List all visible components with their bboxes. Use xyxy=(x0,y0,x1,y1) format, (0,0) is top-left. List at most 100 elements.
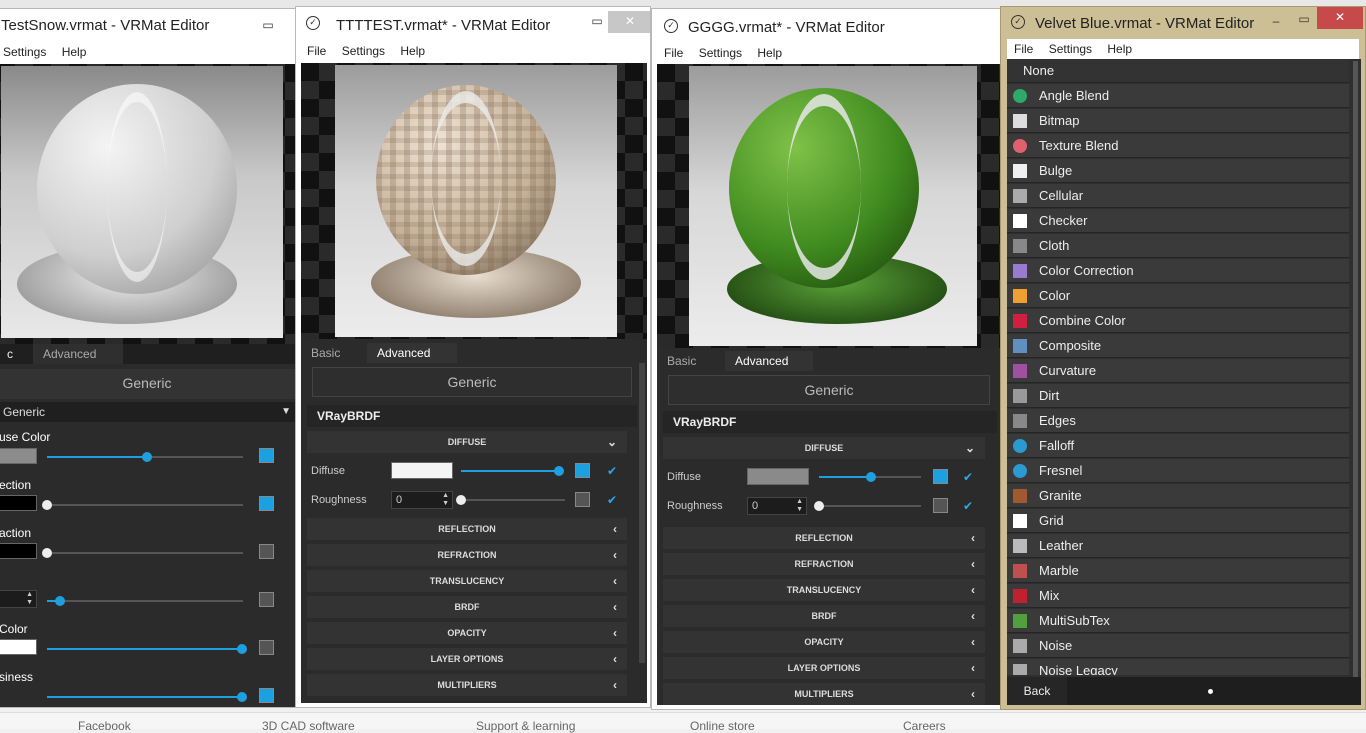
color-swatch[interactable] xyxy=(0,448,37,464)
section-diffuse[interactable]: DIFFUSE ⌄ xyxy=(307,431,627,453)
texture-item[interactable]: Combine Color xyxy=(1007,309,1349,333)
tab-basic[interactable]: Basic xyxy=(301,343,365,363)
diffuse-color-swatch[interactable] xyxy=(391,462,453,479)
close-button[interactable]: ✕ xyxy=(1317,7,1363,29)
menu-settings[interactable]: Settings xyxy=(1049,39,1092,59)
texture-item[interactable]: Noise xyxy=(1007,634,1349,658)
texture-item[interactable]: Color xyxy=(1007,284,1349,308)
roughness-spinner[interactable]: 0 ▲ ▼ xyxy=(391,491,453,509)
texture-map-button[interactable] xyxy=(259,640,274,655)
scrollbar[interactable] xyxy=(639,363,645,663)
texture-item[interactable]: Granite xyxy=(1007,484,1349,508)
texture-map-button[interactable] xyxy=(259,496,274,511)
texture-map-button[interactable] xyxy=(259,688,274,703)
title-bar[interactable]: ✓ Velvet Blue.vrmat - VRMat Editor – ▭ ✕ xyxy=(1001,7,1365,35)
section-reflection[interactable]: REFLECTION ‹ xyxy=(663,527,985,549)
menu-file[interactable]: File xyxy=(1014,39,1033,59)
slider-knob[interactable] xyxy=(554,466,564,476)
taskbar-item-careers[interactable]: Careers xyxy=(903,719,946,733)
diffuse-slider[interactable] xyxy=(461,466,564,476)
diffuse-slider[interactable] xyxy=(819,472,921,482)
menu-file[interactable]: File xyxy=(664,43,683,63)
menu-help[interactable]: Help xyxy=(400,41,425,61)
section-refraction[interactable]: REFRACTION ‹ xyxy=(307,544,627,566)
texture-item[interactable]: Checker xyxy=(1007,209,1349,233)
section-refraction[interactable]: REFRACTION ‹ xyxy=(663,553,985,575)
enable-checkbox[interactable]: ✔ xyxy=(607,465,619,477)
section-multipliers[interactable]: MULTIPLIERS ‹ xyxy=(663,683,985,705)
scrollbar-thumb[interactable] xyxy=(1353,61,1358,681)
color-swatch[interactable] xyxy=(0,639,37,655)
menu-help[interactable]: Help xyxy=(1107,39,1132,59)
color-swatch[interactable] xyxy=(0,543,37,559)
number-spinner[interactable]: ▲ ▼ xyxy=(0,590,37,608)
menu-settings[interactable]: Settings xyxy=(3,42,46,62)
texture-item[interactable]: Cellular xyxy=(1007,184,1349,208)
value-slider[interactable] xyxy=(47,596,243,606)
section-opacity[interactable]: OPACITY ‹ xyxy=(307,622,627,644)
slider-knob[interactable] xyxy=(42,548,52,558)
roughness-slider[interactable] xyxy=(456,495,565,505)
maximize-button[interactable]: ▭ xyxy=(1289,9,1319,31)
texture-item[interactable]: Grid xyxy=(1007,509,1349,533)
texture-item[interactable]: Noise Legacy xyxy=(1007,659,1349,675)
texture-item[interactable]: Edges xyxy=(1007,409,1349,433)
tab-advanced[interactable]: Advanced xyxy=(725,351,813,371)
texture-item[interactable]: Cloth xyxy=(1007,234,1349,258)
value-slider[interactable] xyxy=(47,644,247,654)
texture-item[interactable]: Falloff xyxy=(1007,434,1349,458)
menu-settings[interactable]: Settings xyxy=(699,43,742,63)
title-bar[interactable]: TestSnow.vrmat - VRMat Editor ▭ xyxy=(0,9,295,39)
texture-item[interactable]: Leather xyxy=(1007,534,1349,558)
texture-map-button[interactable] xyxy=(933,469,948,484)
menu-help[interactable]: Help xyxy=(62,42,87,62)
enable-checkbox[interactable]: ✔ xyxy=(963,500,975,512)
menu-file[interactable]: File xyxy=(307,41,326,61)
texture-map-button[interactable] xyxy=(933,498,948,513)
tab-advanced[interactable]: Advanced xyxy=(33,344,123,364)
slider-knob[interactable] xyxy=(142,452,152,462)
section-opacity[interactable]: OPACITY ‹ xyxy=(663,631,985,653)
tab-advanced[interactable]: Advanced xyxy=(367,343,457,363)
texture-item[interactable]: Bulge xyxy=(1007,159,1349,183)
texture-item[interactable]: Mix xyxy=(1007,584,1349,608)
texture-map-button[interactable] xyxy=(575,492,590,507)
texture-item[interactable]: Angle Blend xyxy=(1007,84,1349,108)
close-button[interactable]: ✕ xyxy=(608,11,650,33)
section-translucency[interactable]: TRANSLUCENCY ‹ xyxy=(307,570,627,592)
texture-item[interactable]: Composite xyxy=(1007,334,1349,358)
taskbar-item-store[interactable]: Online store xyxy=(690,719,755,733)
texture-item[interactable]: Dirt xyxy=(1007,384,1349,408)
section-reflection[interactable]: REFLECTION ‹ xyxy=(307,518,627,540)
slider-knob[interactable] xyxy=(237,692,247,702)
section-brdf[interactable]: BRDF ‹ xyxy=(663,605,985,627)
tab-basic[interactable]: Basic xyxy=(657,351,723,371)
back-button[interactable]: Back xyxy=(1007,677,1067,705)
texture-item[interactable]: Curvature xyxy=(1007,359,1349,383)
diffuse-color-swatch[interactable] xyxy=(747,468,809,485)
slider-knob[interactable] xyxy=(55,596,65,606)
texture-item[interactable]: MultiSubTex xyxy=(1007,609,1349,633)
minimize-button[interactable]: ▭ xyxy=(253,15,283,37)
tab-basic[interactable]: c xyxy=(0,344,33,364)
menu-settings[interactable]: Settings xyxy=(342,41,385,61)
slider-knob[interactable] xyxy=(814,501,824,511)
texture-item[interactable]: None xyxy=(1007,59,1349,83)
roughness-spinner[interactable]: 0 ▲ ▼ xyxy=(747,497,807,515)
slider-knob[interactable] xyxy=(866,472,876,482)
menu-help[interactable]: Help xyxy=(757,43,782,63)
enable-checkbox[interactable]: ✔ xyxy=(963,471,975,483)
texture-item[interactable]: Bitmap xyxy=(1007,109,1349,133)
section-brdf[interactable]: BRDF ‹ xyxy=(307,596,627,618)
material-type-dropdown[interactable]: Generic ▼ xyxy=(0,402,295,422)
section-layer-options[interactable]: LAYER OPTIONS ‹ xyxy=(663,657,985,679)
texture-item[interactable]: Fresnel xyxy=(1007,459,1349,483)
slider-knob[interactable] xyxy=(237,644,247,654)
taskbar-item-support[interactable]: Support & learning xyxy=(476,719,575,733)
value-slider[interactable] xyxy=(42,548,243,558)
section-multipliers[interactable]: MULTIPLIERS ‹ xyxy=(307,674,627,696)
texture-item[interactable]: Color Correction xyxy=(1007,259,1349,283)
slider-knob[interactable] xyxy=(42,500,52,510)
texture-item[interactable]: Texture Blend xyxy=(1007,134,1349,158)
color-swatch[interactable] xyxy=(0,495,37,511)
